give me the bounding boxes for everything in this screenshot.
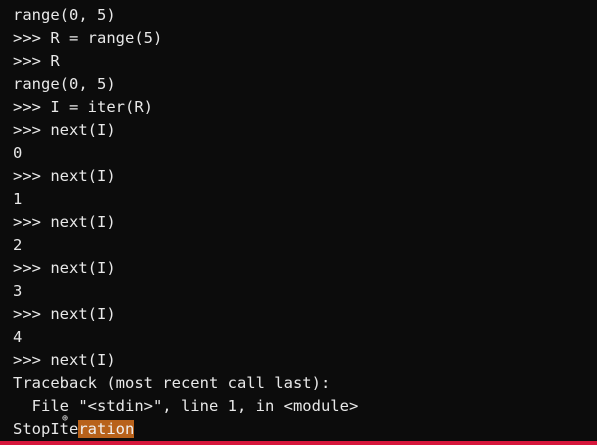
terminal-line: >>> next(I) <box>13 121 116 139</box>
terminal-line: 1 <box>13 190 23 208</box>
terminal-line: >>> next(I) <box>13 259 116 277</box>
terminal-line: 3 <box>13 282 23 300</box>
terminal-line: >>> next(I) <box>13 167 116 185</box>
terminal-line: range(0, 5) <box>13 6 116 24</box>
terminal-line: >>> next(I) <box>13 305 116 323</box>
status-bar <box>0 441 597 445</box>
traceback-file-line: File "<stdin>", line 1, in <module> <box>13 397 359 415</box>
terminal-line: >>> next(I) <box>13 213 116 231</box>
terminal-line: >>> R <box>13 52 60 70</box>
terminal-line: 2 <box>13 236 23 254</box>
terminal-line: 4 <box>13 328 23 346</box>
text-cursor-icon: ⊕ <box>62 413 69 424</box>
stop-iteration-line: StopIteration ⊕ <box>13 414 597 441</box>
terminal-window[interactable]: range(0, 5) >>> R = range(5) >>> R range… <box>0 0 597 445</box>
terminal-line: >>> I = iter(R) <box>13 98 153 116</box>
terminal-line: >>> next(I) <box>13 351 116 369</box>
terminal-line: 0 <box>13 144 23 162</box>
terminal-line: >>> R = range(5) <box>13 29 163 47</box>
selected-text[interactable]: ration <box>78 420 135 438</box>
traceback-header: Traceback (most recent call last): <box>13 374 331 392</box>
terminal-line: range(0, 5) <box>13 75 116 93</box>
